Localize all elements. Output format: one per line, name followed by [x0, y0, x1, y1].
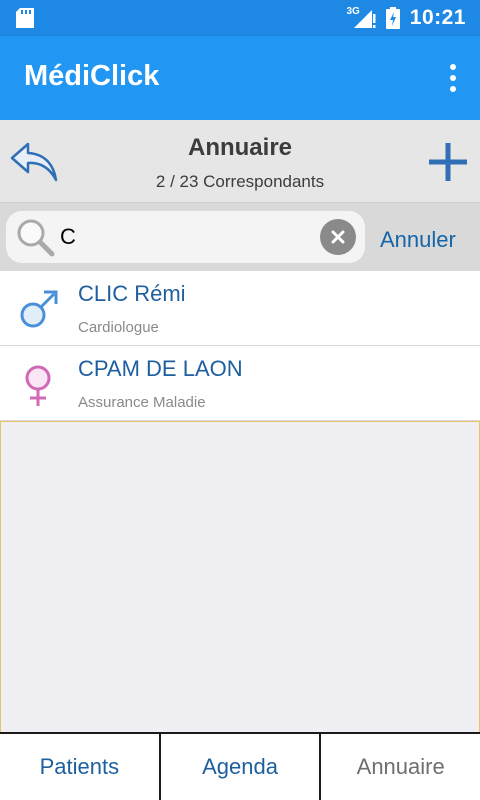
network-type: 3G	[346, 5, 360, 17]
contact-name: CLIC Rémi	[78, 281, 186, 306]
bottom-tab-bar: Patients Agenda Annuaire	[0, 732, 480, 800]
cancel-search-button[interactable]: Annuler	[380, 227, 456, 253]
contact-role: Cardiologue	[78, 319, 159, 336]
app-title: MédiClick	[24, 60, 160, 92]
search-icon	[17, 219, 55, 257]
status-bar: 3G 10:21	[0, 0, 480, 36]
battery-icon	[385, 7, 400, 29]
male-symbol-icon	[20, 290, 58, 328]
dot	[450, 75, 456, 81]
list-item[interactable]: CLIC Rémi Cardiologue	[0, 271, 480, 346]
close-icon	[331, 230, 345, 244]
overflow-menu-button[interactable]	[446, 62, 460, 94]
app-bar: MédiClick	[0, 36, 480, 120]
clock: 10:21	[409, 6, 466, 29]
results-count: 2 / 23 Correspondants	[155, 172, 325, 191]
sd-card-icon	[16, 8, 34, 28]
clear-search-button[interactable]	[320, 219, 356, 255]
contact-name: CPAM DE LAON	[78, 356, 243, 381]
search-input[interactable]	[60, 222, 310, 252]
tab-agenda[interactable]: Agenda	[161, 734, 322, 800]
dot	[450, 86, 456, 92]
list-item[interactable]: CPAM DE LAON Assurance Maladie	[0, 346, 480, 421]
tab-annuaire[interactable]: Annuaire	[321, 734, 480, 800]
dot	[450, 64, 456, 70]
female-symbol-icon	[25, 365, 51, 406]
page-title: Annuaire	[187, 134, 292, 161]
contact-role: Assurance Maladie	[78, 394, 206, 411]
tab-patients[interactable]: Patients	[0, 734, 161, 800]
empty-list-area	[0, 421, 480, 733]
add-contact-icon[interactable]	[428, 142, 468, 182]
